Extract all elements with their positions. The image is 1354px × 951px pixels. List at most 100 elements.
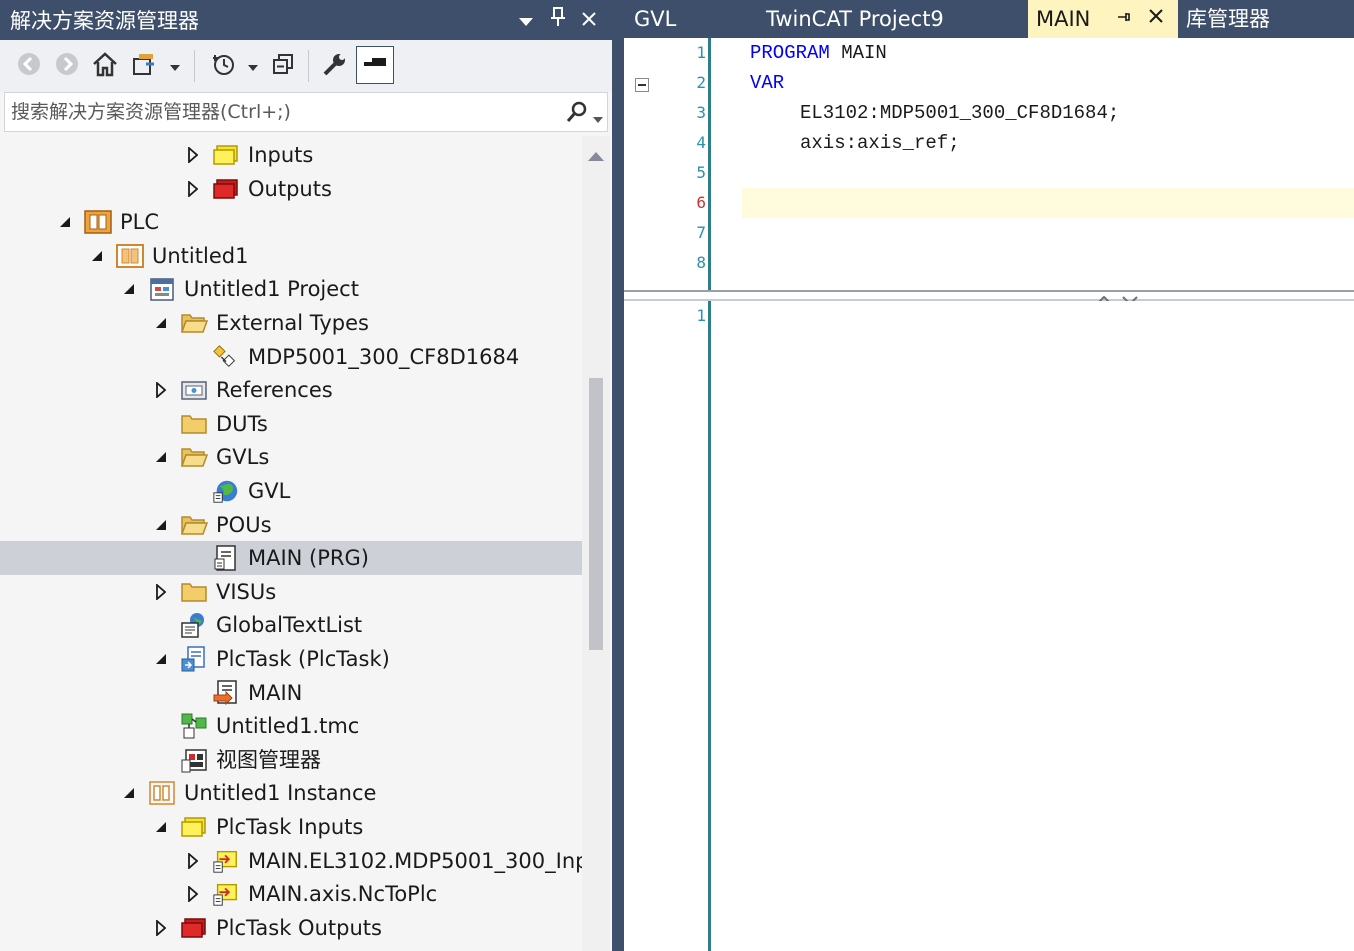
collapsed-triangle-icon[interactable] xyxy=(150,580,172,604)
search-icon[interactable] xyxy=(565,100,589,128)
collapsed-triangle-icon[interactable] xyxy=(150,378,172,402)
home-icon xyxy=(91,50,119,82)
expanded-triangle-icon[interactable] xyxy=(150,647,172,671)
tree-item-untitled1-instance[interactable]: Untitled1 Instance xyxy=(0,776,582,810)
home-button[interactable] xyxy=(88,48,122,84)
collapsed-triangle-icon[interactable] xyxy=(182,849,204,873)
tab-label: TwinCAT Project9 xyxy=(766,7,944,31)
collapse-region-icon[interactable] xyxy=(635,78,649,92)
sync-with-active-document-button[interactable] xyxy=(128,48,162,84)
declaration-editor[interactable]: 1 2 3 4 5 6 7 8 PROGRAM MAIN VAR EL3102:MDP5001_3… xyxy=(624,38,1354,290)
tree-item-label: GVL xyxy=(248,479,291,503)
tree-item-gvl[interactable]: GVL xyxy=(0,474,582,508)
expanded-triangle-icon[interactable] xyxy=(118,781,140,805)
expanded-triangle-icon[interactable] xyxy=(86,244,108,268)
tree-item-plctask-plctask[interactable]: PlcTask (PlcTask) xyxy=(0,642,582,676)
tree-item-external-types[interactable]: External Types xyxy=(0,306,582,340)
tree-item-outputs[interactable]: Outputs xyxy=(0,172,582,206)
tree-item-references[interactable]: References xyxy=(0,373,582,407)
expanded-triangle-icon[interactable] xyxy=(118,277,140,301)
tree-item-plc[interactable]: PLC xyxy=(0,205,582,239)
pending-changes-filter-button[interactable] xyxy=(206,48,240,84)
collapsed-triangle-icon[interactable] xyxy=(150,916,172,940)
input-variable-icon xyxy=(212,881,240,907)
tree-item-pous[interactable]: POUs xyxy=(0,508,582,542)
tab-main[interactable]: MAIN xyxy=(1028,0,1178,38)
tree-item-plctask-outputs[interactable]: PlcTask Outputs xyxy=(0,911,582,945)
panel-splitter[interactable] xyxy=(612,0,624,951)
tree-item-main[interactable]: MAIN xyxy=(0,676,582,710)
back-button[interactable] xyxy=(12,48,46,84)
plc-project-icon xyxy=(116,243,144,269)
search-options-chevron-icon[interactable] xyxy=(593,109,603,128)
line-number: 6 xyxy=(696,193,706,212)
tab-gvl[interactable]: GVL xyxy=(624,0,754,38)
gutter-separator xyxy=(708,301,711,951)
pin-tab-icon[interactable] xyxy=(1116,0,1130,38)
collapsed-triangle-icon[interactable] xyxy=(182,143,204,167)
scroll-up-arrow-icon[interactable] xyxy=(588,146,604,165)
tree-item-main-axis-nctoplc[interactable]: MAIN.axis.NcToPlc xyxy=(0,877,582,911)
implementation-editor[interactable]: 1 xyxy=(624,301,1354,951)
tree-item-visus[interactable]: VISUs xyxy=(0,575,582,609)
tree-item-duts[interactable]: DUTs xyxy=(0,407,582,441)
preview-selected-items-button[interactable] xyxy=(356,46,394,84)
tree-item-label: Inputs xyxy=(248,143,314,167)
folder-open-icon xyxy=(180,310,208,336)
line-number: 1 xyxy=(696,306,706,325)
collapsed-triangle-icon[interactable] xyxy=(182,882,204,906)
gutter-separator xyxy=(708,38,711,290)
tree-item-mdp5001-300-cf8d1684[interactable]: MDP5001_300_CF8D1684 xyxy=(0,340,582,374)
task-program-call-icon xyxy=(212,679,240,706)
tree-item-untitled1-project[interactable]: Untitled1 Project xyxy=(0,272,582,306)
collapse-all-button[interactable] xyxy=(266,48,300,84)
tab-twincat-project9[interactable]: TwinCAT Project9 xyxy=(754,0,1028,38)
sync-dropdown-button[interactable] xyxy=(164,48,186,84)
tree-item-untitled1-tmc[interactable]: Untitled1.tmc xyxy=(0,709,582,743)
tree-item-inputs[interactable]: Inputs xyxy=(0,138,582,172)
tree-item-globaltextlist[interactable]: GlobalTextList xyxy=(0,608,582,642)
expanded-triangle-icon[interactable] xyxy=(150,445,172,469)
tree-vertical-scrollbar[interactable] xyxy=(582,136,610,951)
tab-label: 库管理器 xyxy=(1186,7,1270,31)
document-tab-strip: GVL TwinCAT Project9 MAIN 库管理器 xyxy=(624,0,1354,38)
close-icon[interactable] xyxy=(575,6,603,34)
tree-item-main-el3102-mdp5001-300-inp[interactable]: MAIN.EL3102.MDP5001_300_Inp xyxy=(0,844,582,878)
tree-item-untitled1[interactable]: Untitled1 xyxy=(0,239,582,273)
tree-item-main-prg[interactable]: MAIN (PRG) xyxy=(0,541,582,576)
line-number: 1 xyxy=(696,43,706,62)
tree-item-label: MDP5001_300_CF8D1684 xyxy=(248,344,520,369)
tree-item-label: PLC xyxy=(120,210,160,235)
solution-explorer-titlebar: 解决方案资源管理器 xyxy=(0,0,612,40)
current-line-highlight xyxy=(742,188,1354,218)
close-tab-icon[interactable] xyxy=(1148,0,1164,38)
expanded-triangle-icon[interactable] xyxy=(150,311,172,335)
expanded-triangle-icon[interactable] xyxy=(54,210,76,234)
toolbar-separator xyxy=(308,50,309,82)
code-text: axis:axis_ref; xyxy=(800,132,960,154)
tree-item-item-18[interactable]: 视图管理器 xyxy=(0,743,582,777)
editor-pane-splitter[interactable] xyxy=(624,290,1354,306)
tree-item-gvls[interactable]: GVLs xyxy=(0,440,582,474)
scrollbar-thumb[interactable] xyxy=(589,378,603,650)
code-keyword: PROGRAM xyxy=(750,42,830,64)
line-number-gutter: 1 xyxy=(624,301,711,951)
pin-icon[interactable] xyxy=(544,6,572,34)
tree-item-label: DUTs xyxy=(216,411,268,436)
window-position-dropdown-icon[interactable] xyxy=(512,6,540,34)
tab-library-manager[interactable]: 库管理器 xyxy=(1178,0,1354,38)
filter-dropdown-button[interactable] xyxy=(242,48,264,84)
forward-button[interactable] xyxy=(50,48,84,84)
expanded-triangle-icon[interactable] xyxy=(150,815,172,839)
solution-tree: Inputs Outputs PLC Untitled1 Untitled1 Proje… xyxy=(0,136,582,951)
properties-button[interactable] xyxy=(318,48,352,84)
collapsed-triangle-icon[interactable] xyxy=(182,177,204,201)
collapse-all-icon xyxy=(271,52,295,80)
tree-item-label: References xyxy=(216,378,333,403)
wrench-icon xyxy=(321,50,349,82)
expanded-triangle-icon[interactable] xyxy=(150,513,172,537)
toolbar-separator xyxy=(194,50,195,82)
gvl-globe-icon xyxy=(212,478,240,504)
search-input[interactable] xyxy=(11,97,551,127)
tree-item-plctask-inputs[interactable]: PlcTask Inputs xyxy=(0,810,582,844)
